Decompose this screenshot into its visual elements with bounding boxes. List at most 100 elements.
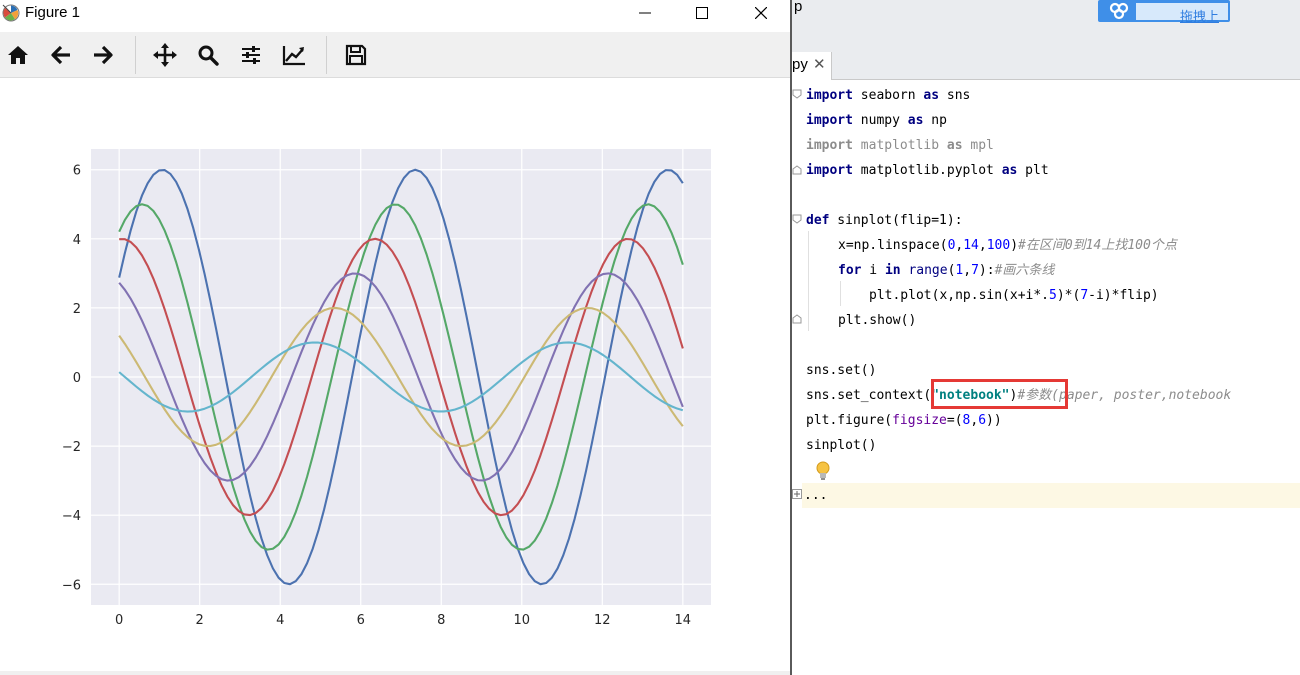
code-area[interactable]: import seaborn as sns import numpy as np… — [792, 81, 1300, 675]
x-tick-label: 14 — [675, 613, 692, 628]
code-number: 5 — [1049, 288, 1057, 303]
lightbulb-icon[interactable] — [816, 461, 830, 481]
code-number: 100 — [986, 238, 1011, 253]
y-tick-label: 2 — [73, 302, 81, 317]
tab-label: py — [792, 56, 808, 73]
figure-canvas[interactable]: 0 2 4 6 8 10 12 14 −6 −4 −2 0 2 4 6 — [0, 79, 790, 675]
code-line: def sinplot(flip=1): — [806, 208, 963, 233]
editor-tab-bar: py ✕ — [792, 52, 1300, 80]
code-builtin: range — [908, 263, 948, 278]
code-keyword: as — [946, 138, 963, 153]
fold-marker-icon[interactable] — [792, 214, 802, 224]
code-keyword: for — [838, 263, 862, 278]
annotation-highlight-box — [931, 379, 1068, 409]
code-keyword: import — [806, 138, 853, 153]
customize-button[interactable] — [281, 42, 307, 68]
status-strip — [0, 671, 790, 675]
code-number: 7 — [971, 263, 979, 278]
code-text: x=np.linspace( — [838, 238, 948, 253]
code-text: mpl — [962, 138, 994, 153]
x-tick-label: 12 — [594, 613, 611, 628]
forward-button[interactable] — [90, 42, 116, 68]
chart-line-icon — [282, 46, 305, 66]
x-tick-label: 4 — [276, 613, 284, 628]
code-keyword: import — [806, 88, 853, 103]
folded-code-ellipsis[interactable]: ... — [804, 483, 827, 508]
code-text: matplotlib.pyplot — [852, 163, 1002, 178]
maximize-icon — [696, 7, 708, 19]
y-tick-label: 4 — [73, 233, 81, 248]
code-keyword: as — [1001, 163, 1018, 178]
code-text: -i)*flip) — [1088, 288, 1159, 303]
code-comment: #在区间0到14上找100个点 — [1018, 238, 1177, 253]
code-line: for i in range(1,7):#画六条线 — [838, 258, 1054, 283]
close-button[interactable] — [738, 0, 784, 26]
pan-button[interactable] — [152, 42, 178, 68]
code-text: seaborn — [852, 88, 924, 103]
tab-close-icon[interactable]: ✕ — [813, 55, 826, 73]
cloud-upload-link[interactable]: 拖拽上 — [1180, 6, 1219, 25]
code-keyword: in — [884, 263, 901, 278]
code-keyword: import — [806, 163, 853, 178]
code-text: matplotlib — [852, 138, 947, 153]
code-text: i — [861, 263, 885, 278]
code-text: )*( — [1056, 288, 1081, 303]
search-icon — [198, 45, 219, 66]
code-line: plt.plot(x,np.sin(x+i*.5)*(7-i)*flip) — [869, 283, 1159, 308]
code-text: np — [923, 113, 947, 128]
editor-title-fragment: p — [794, 0, 803, 15]
sliders-icon — [242, 46, 260, 64]
fold-expand-icon[interactable] — [792, 489, 802, 499]
current-line-highlight — [802, 483, 1300, 508]
cloud-upload-widget[interactable]: 拖拽上 — [1098, 0, 1230, 25]
subplots-button[interactable] — [238, 42, 264, 68]
line-plot: 0 2 4 6 8 10 12 14 −6 −4 −2 0 2 4 6 — [62, 149, 711, 628]
maximize-button[interactable] — [679, 0, 725, 26]
move-icon — [153, 43, 177, 67]
code-text: plt — [1017, 163, 1049, 178]
code-number: 7 — [1080, 288, 1089, 303]
tab-python-file[interactable]: py ✕ — [792, 52, 832, 80]
home-button[interactable] — [5, 42, 31, 68]
code-keyword: import — [806, 113, 853, 128]
code-keyword: def — [806, 213, 830, 228]
figure-window: Figure 1 0 2 4 6 8 10 12 14 −6 −4 −2 0 2… — [0, 0, 790, 675]
code-text: =( — [946, 413, 963, 428]
code-keyword: as — [907, 113, 924, 128]
back-button[interactable] — [48, 42, 74, 68]
code-line: import matplotlib.pyplot as plt — [806, 158, 1049, 183]
fold-marker-icon[interactable] — [792, 314, 802, 324]
toolbar-separator — [135, 36, 136, 74]
matplotlib-logo-icon — [2, 4, 20, 22]
y-tick-label: −2 — [62, 440, 81, 455]
y-tick-label: 0 — [73, 371, 81, 386]
arrow-right-icon — [94, 45, 113, 65]
code-line-unused-import: import matplotlib as mpl — [806, 133, 994, 158]
indent-guide — [840, 281, 841, 306]
x-tick-label: 10 — [514, 613, 531, 628]
x-tick-label: 2 — [196, 613, 204, 628]
code-text: )) — [986, 413, 1002, 428]
save-button[interactable] — [343, 42, 369, 68]
title-bar: Figure 1 — [0, 0, 790, 26]
zoom-button[interactable] — [195, 42, 221, 68]
code-line: sns.set() — [806, 363, 877, 378]
screen: Figure 1 0 2 4 6 8 10 12 14 −6 −4 −2 0 2… — [0, 0, 1300, 675]
minimize-button[interactable] — [622, 0, 668, 26]
fold-marker-icon[interactable] — [792, 165, 802, 175]
cloud-icon — [1109, 2, 1129, 20]
navigation-toolbar — [0, 32, 790, 78]
close-icon — [755, 7, 767, 19]
y-tick-label: 6 — [73, 164, 81, 179]
code-line: plt.show() — [838, 313, 917, 328]
code-text: ) — [1010, 238, 1019, 253]
code-number: 14 — [963, 238, 979, 253]
minimize-icon — [639, 12, 651, 14]
code-text: plt.figure( — [806, 413, 893, 428]
fold-marker-icon[interactable] — [792, 89, 802, 99]
save-icon — [345, 44, 367, 66]
code-text: numpy — [852, 113, 908, 128]
code-line: import numpy as np — [806, 108, 947, 133]
code-line: x=np.linspace(0,14,100)#在区间0到14上找100个点 — [838, 233, 1177, 258]
code-comment: #画六条线 — [994, 263, 1055, 278]
